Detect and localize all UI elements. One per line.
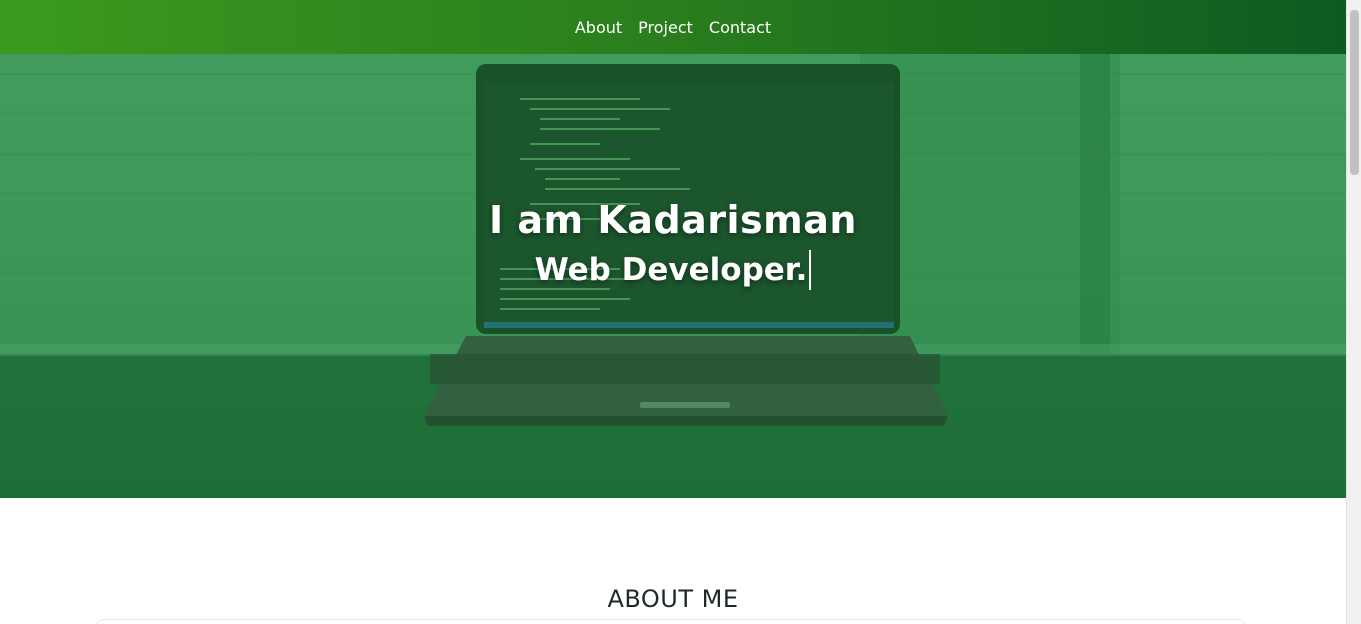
- nav-links: About Project Contact: [575, 18, 771, 37]
- typing-cursor: [809, 250, 812, 290]
- scrollbar-thumb[interactable]: [1350, 10, 1359, 175]
- hero-title: I am Kadarisman: [489, 198, 857, 242]
- hero-subtitle-typed: Web Developer.: [534, 252, 808, 288]
- nav-link-contact[interactable]: Contact: [709, 18, 771, 37]
- nav-link-project[interactable]: Project: [638, 18, 693, 37]
- hero-section: I am Kadarisman Web Developer.: [0, 54, 1346, 498]
- page-scrollbar[interactable]: [1346, 0, 1361, 624]
- hero-role-wrapper: Web Developer.: [535, 250, 812, 290]
- hero-text: I am Kadarisman Web Developer.: [0, 198, 1346, 290]
- top-navbar: About Project Contact: [0, 0, 1346, 54]
- nav-link-about[interactable]: About: [575, 18, 622, 37]
- about-card: [96, 619, 1246, 624]
- about-section-title: ABOUT ME: [607, 585, 739, 613]
